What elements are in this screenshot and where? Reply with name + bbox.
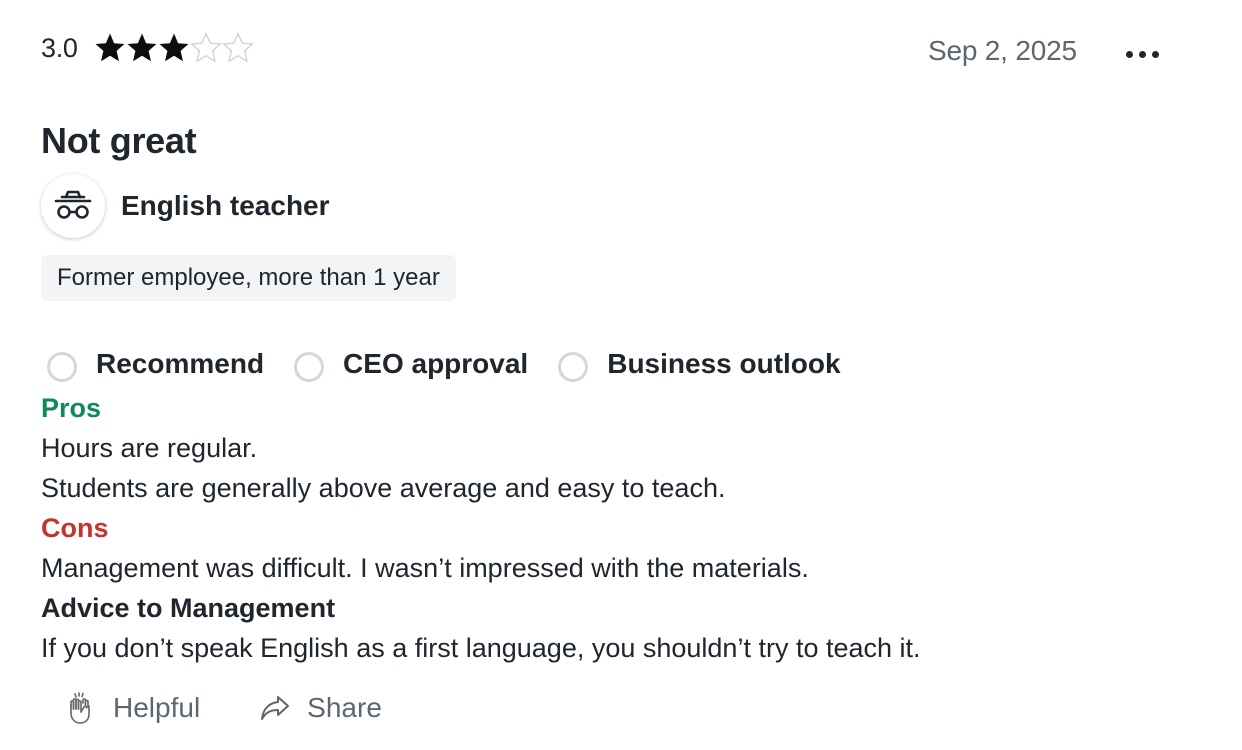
cons-line: Management was difficult. I wasn’t impre… [41,553,809,583]
pros-text: Hours are regular. Students are generall… [41,428,725,508]
anonymous-spy-icon [41,174,105,238]
star-icon [126,32,158,64]
star-rating [94,32,254,64]
rating-value: 3.0 [41,33,78,63]
clapping-hands-icon [64,691,98,725]
share-arrow-icon [258,691,292,725]
ceo-approval-circle-icon [294,352,325,382]
recommend-circle-icon [47,352,77,382]
advice-heading: Advice to Management [41,593,336,623]
job-title: English teacher [121,190,330,221]
review-date: Sep 2, 2025 [928,35,1077,66]
share-button[interactable]: Share [258,688,382,728]
ceo-approval-rating: CEO approval [294,346,528,382]
business-outlook-circle-icon [558,352,589,382]
star-outline-icon [189,32,222,64]
pros-line: Hours are regular. [41,433,258,463]
recommend-rating: Recommend [47,346,264,382]
star-outline-icon [221,32,254,64]
business-outlook-label: Business outlook [607,348,841,379]
cons-heading: Cons [41,513,109,543]
employment-status-badge: Former employee, more than 1 year [41,255,456,301]
business-outlook-rating: Business outlook [558,346,841,382]
star-icon [158,32,190,64]
overall-rating: 3.0 [41,30,254,66]
more-options-button[interactable] [1116,40,1168,68]
pros-line: Students are generally above average and… [41,473,726,503]
review-title: Not great [41,120,197,161]
cons-text: Management was difficult. I wasn’t impre… [41,548,809,588]
reviewer-info: English teacher [41,174,330,238]
helpful-label: Helpful [113,692,201,723]
review-actions: Helpful Share [64,688,440,728]
helpful-button[interactable]: Helpful [64,688,200,728]
share-label: Share [307,692,382,723]
advice-text: If you don’t speak English as a first la… [41,628,921,668]
more-options-icon [1125,50,1133,58]
recommend-label: Recommend [96,348,265,379]
ceo-approval-label: CEO approval [343,348,529,379]
more-options-dot [1138,50,1146,58]
sub-ratings: Recommend CEO approval Business outlook [47,346,871,382]
pros-heading: Pros [41,393,102,423]
star-icon [94,32,126,64]
advice-line: If you don’t speak English as a first la… [41,633,921,663]
more-options-dot [1151,50,1159,58]
review-card: 3.0 Sep 2, 2025 Not great English teache… [0,0,1242,750]
